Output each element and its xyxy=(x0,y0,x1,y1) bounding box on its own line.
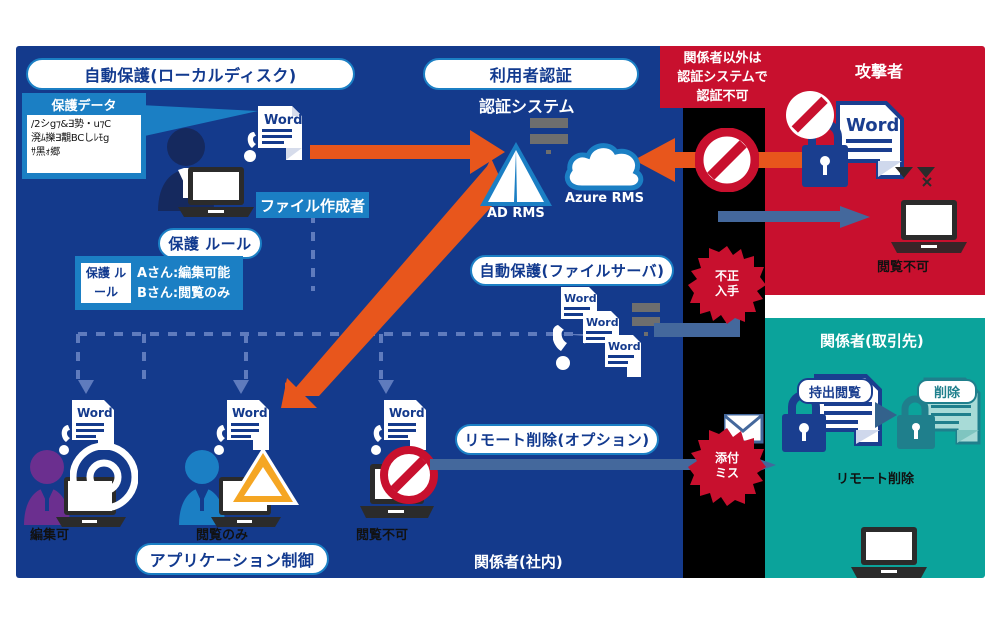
pill-user-auth[interactable]: 利用者認証 xyxy=(423,58,639,90)
protected-data-cipher-text: /2シg⁊&∃㔟・u⁊C 溌ﾑ擽∃覯BCしﾚﾓg ｻ黑ｫ郷 xyxy=(27,115,141,173)
pill-application-control[interactable]: アプリケーション制御 xyxy=(135,543,329,575)
partner-doc-deleted-label: 削除 xyxy=(917,379,977,404)
protected-data-box: 保護データ /2シg⁊&∃㔟・u⁊C 溌ﾑ擽∃覯BCしﾚﾓg ｻ黑ｫ郷 xyxy=(22,93,146,179)
auth-system-title: 認証システム xyxy=(479,97,575,116)
attacker-no-view-label: 閲覧不可 xyxy=(877,260,930,275)
tag-file-creator: ファイル作成者 xyxy=(256,192,369,218)
pill-remote-delete-option[interactable]: リモート削除(オプション) xyxy=(455,424,659,455)
circle-ok-icon xyxy=(70,443,138,511)
illegal-acquisition-burst-label: 不正 入手 xyxy=(714,269,739,298)
svg-text:Word: Word xyxy=(564,292,597,305)
warning-triangle-icon xyxy=(227,447,299,505)
attacker-transfer-arrow xyxy=(718,206,870,228)
protected-data-title: 保護データ xyxy=(51,99,117,114)
file-creator-laptop-icon xyxy=(178,167,254,217)
remote-delete-label: リモート削除 xyxy=(836,472,915,487)
svg-text:Word: Word xyxy=(232,406,268,420)
user-1-label: 編集可 xyxy=(30,528,70,543)
prohibited-icon-attacker-doc xyxy=(786,91,834,139)
region-partner-label: 関係者(取引先) xyxy=(820,332,924,350)
ad-rms-label: AD RMS xyxy=(487,206,545,221)
svg-text:Word: Word xyxy=(586,316,619,329)
protection-rule-box: 保護 ルール Aさん:編集可能 Bさん:閲覧のみ xyxy=(75,256,243,310)
partner-laptop-icon xyxy=(851,527,927,578)
pill-auto-protect-fileserver[interactable]: 自動保護(ファイルサーバ) xyxy=(470,255,674,286)
azure-rms-cloud-icon xyxy=(564,143,644,191)
region-attacker-label: 攻撃者 xyxy=(855,62,904,81)
user-2-label: 閲覧のみ xyxy=(196,528,249,543)
pill-protection-rule[interactable]: 保護 ルール xyxy=(158,228,262,259)
attacker-warning-text: 関係者以外は 認証システムで 認証不可 xyxy=(660,46,785,108)
region-internal-label: 関係者(社内) xyxy=(474,553,563,571)
attacker-laptop-icon xyxy=(891,200,967,253)
diagram-canvas: 自動保護(ローカルディスク) 利用者認証 保護 ルール 自動保護(ファイルサーバ… xyxy=(0,0,1000,640)
word-document-icon-creator: Word xyxy=(244,106,303,162)
protection-rule-lines: Aさん:編集可能 Bさん:閲覧のみ xyxy=(137,266,231,301)
broken-transfer-chevrons-icon xyxy=(895,167,935,187)
prohibited-icon-auth-block xyxy=(695,128,759,192)
azure-rms-label: Azure RMS xyxy=(565,191,644,206)
attachment-mistake-burst-label: 添付 ミス xyxy=(714,451,739,480)
pill-auto-protect-local[interactable]: 自動保護(ローカルディスク) xyxy=(26,58,355,90)
user-3-label: 閲覧不可 xyxy=(356,528,409,543)
ad-rms-pyramid-icon xyxy=(480,142,552,206)
protection-rule-chip: 保護 ルール xyxy=(81,263,131,303)
svg-text:Word: Word xyxy=(389,406,425,420)
svg-text:Word: Word xyxy=(264,113,303,128)
svg-text:Word: Word xyxy=(608,340,641,353)
partner-doc-takeout-label: 持出閲覧 xyxy=(797,378,873,404)
svg-text:Word: Word xyxy=(77,406,113,420)
svg-text:Word: Word xyxy=(846,115,899,136)
